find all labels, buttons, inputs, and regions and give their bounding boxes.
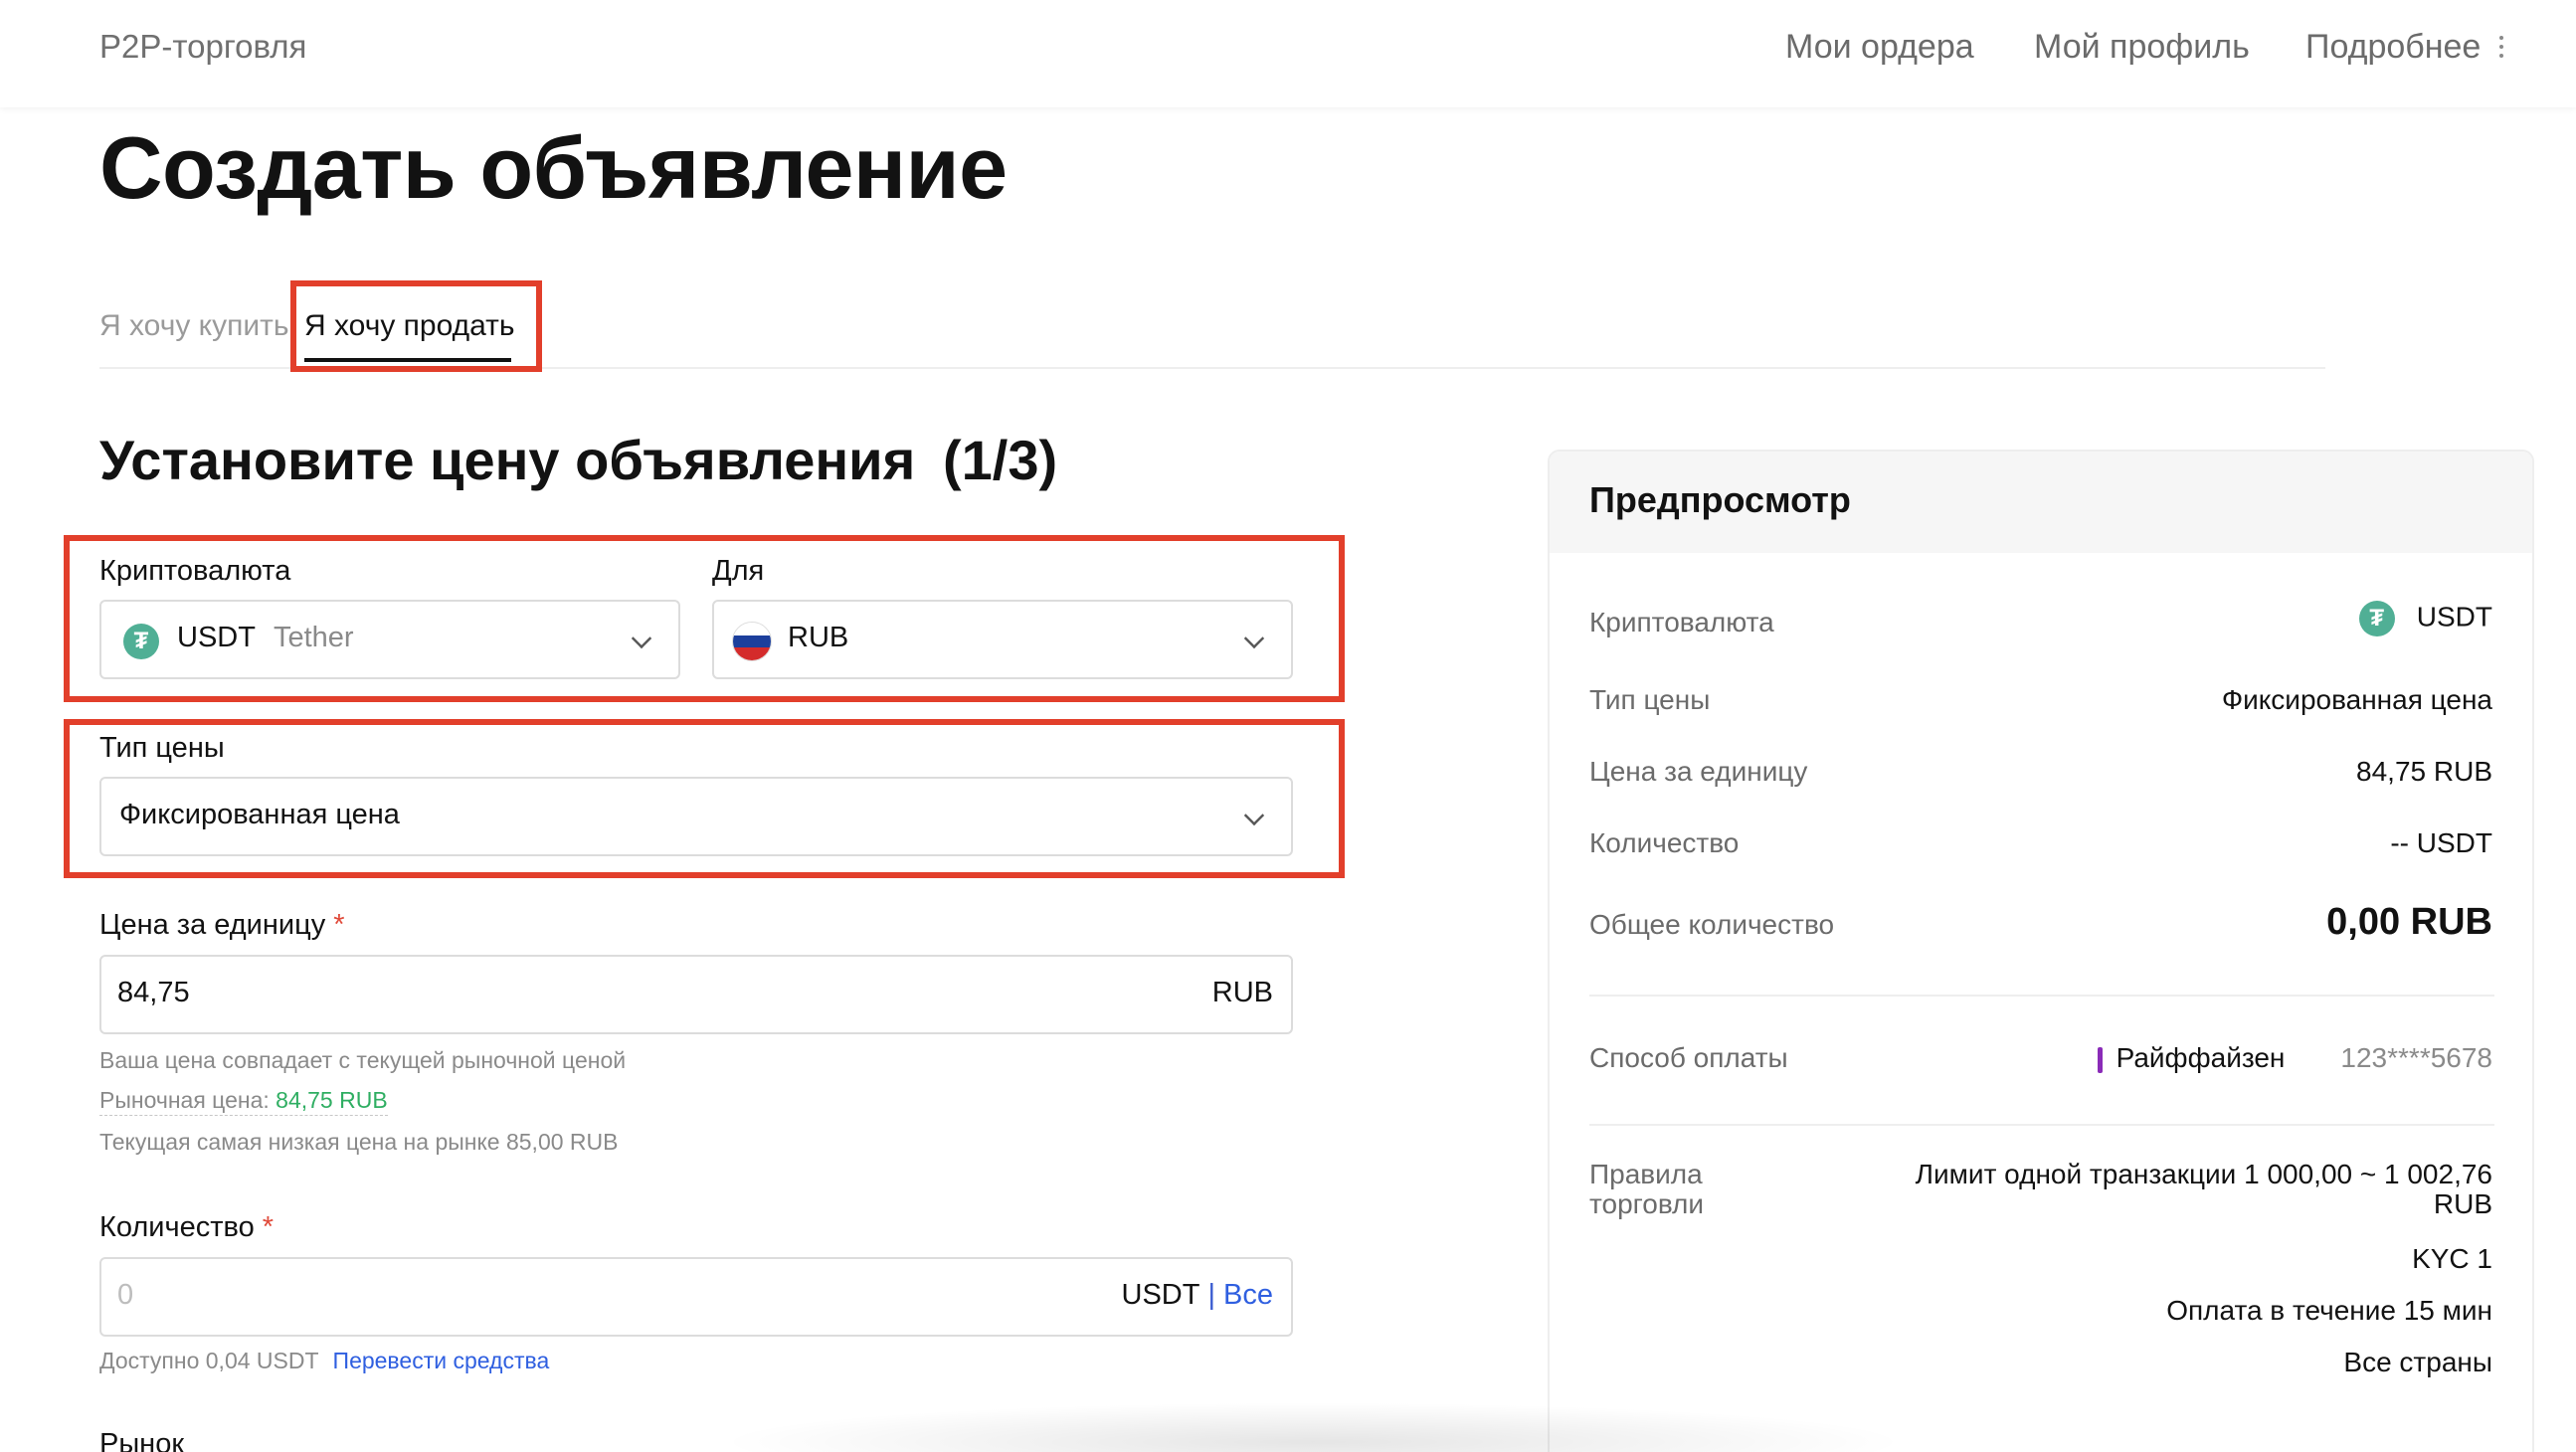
- unit-price-input[interactable]: 84,75 RUB: [99, 955, 1293, 1034]
- amount-unit-group: USDT | Все: [1122, 1279, 1273, 1312]
- nav-my-orders[interactable]: Мои ордера: [1785, 28, 1974, 67]
- unit-separator: |: [1207, 1279, 1216, 1311]
- preview-unit-price-label: Цена за единицу: [1589, 756, 1808, 787]
- preview-divider: [1589, 995, 2494, 997]
- bank-accent-icon: [2097, 1046, 2103, 1073]
- all-button[interactable]: Все: [1223, 1279, 1273, 1311]
- market-price-hint: Рыночная цена: 84,75 RUB: [99, 1087, 388, 1116]
- required-marker: *: [333, 909, 345, 941]
- unit-price-label-text: Цена за единицу: [99, 909, 326, 941]
- preview-quantity-value: -- USDT: [2390, 827, 2492, 858]
- preview-quantity-label: Количество: [1589, 827, 1740, 858]
- available-balance-hint: Доступно 0,04 USDT Перевести средства: [99, 1348, 549, 1374]
- preview-payment-value: Райффайзен 123****5678: [2097, 1042, 2492, 1074]
- required-marker: *: [262, 1211, 275, 1243]
- preview-price-type-label: Тип цены: [1589, 684, 1711, 715]
- top-navigation-bar: P2P-торговля Мои ордера Мой профиль Подр…: [0, 0, 2576, 107]
- preview-payment-bank: Райффайзен: [2116, 1042, 2286, 1073]
- market-label: Рынок: [99, 1428, 185, 1452]
- unit-price-value: 84,75: [117, 977, 190, 1008]
- unit-price-unit: RUB: [1211, 977, 1273, 1008]
- preview-rules-limit: Лимит одной транзакции 1 000,00 ~ 1 002,…: [1915, 1159, 2492, 1219]
- amount-label: Количество *: [99, 1211, 274, 1244]
- tab-buy[interactable]: Я хочу купить: [99, 309, 289, 343]
- bottom-shadow: [716, 1402, 1910, 1452]
- brand-p2p-trading[interactable]: P2P-торговля: [99, 28, 306, 66]
- preview-crypto-text: USDT: [2416, 601, 2492, 633]
- preview-payment-label: Способ оплаты: [1589, 1042, 1788, 1073]
- available-balance: Доступно 0,04 USDT: [99, 1348, 319, 1373]
- step-progress: (1/3): [943, 429, 1058, 491]
- page-title: Создать объявление: [99, 118, 1008, 217]
- highlight-frame-currency: [64, 535, 1345, 702]
- preview-price-type-value: Фиксированная цена: [2221, 684, 2492, 715]
- market-price-value: 84,75 RUB: [276, 1087, 388, 1113]
- amount-placeholder: 0: [117, 1279, 134, 1311]
- preview-header: Предпросмотр: [1550, 452, 2532, 553]
- amount-label-text: Количество: [99, 1211, 255, 1243]
- preview-rules-payment-time: Оплата в течение 15 мин: [2166, 1295, 2492, 1326]
- preview-rules-kyc: KYC 1: [2412, 1243, 2492, 1274]
- highlight-frame-price-type: [64, 719, 1345, 878]
- preview-crypto-label: Криптовалюта: [1589, 607, 1774, 637]
- preview-rules-label: Правила торговли: [1589, 1159, 1705, 1219]
- preview-unit-price-value: 84,75 RUB: [2356, 756, 2492, 787]
- tether-icon: ₮: [2358, 601, 2395, 636]
- preview-total-label: Общее количество: [1589, 909, 1835, 940]
- preview-panel: Предпросмотр Криптовалюта ₮ USDT Тип цены…: [1548, 450, 2534, 1452]
- nav-more[interactable]: Подробнее: [2305, 28, 2481, 67]
- preview-title: Предпросмотр: [1589, 479, 1851, 520]
- market-price-label: Рыночная цена:: [99, 1087, 276, 1113]
- more-vertical-icon[interactable]: [2498, 36, 2504, 62]
- preview-divider: [1589, 1124, 2494, 1126]
- lowest-price-hint: Текущая самая низкая цена на рынке 85,00…: [99, 1129, 619, 1155]
- transfer-funds-link[interactable]: Перевести средства: [333, 1348, 550, 1373]
- unit-price-label: Цена за единицу *: [99, 909, 345, 942]
- step-title: Установите цену объявления: [99, 429, 916, 491]
- amount-unit: USDT: [1121, 1279, 1200, 1311]
- nav-my-profile[interactable]: Мой профиль: [2034, 28, 2250, 67]
- highlight-frame-tab: [290, 280, 542, 372]
- preview-payment-account: 123****5678: [2340, 1042, 2492, 1073]
- market-price-link[interactable]: Рыночная цена: 84,75 RUB: [99, 1087, 388, 1116]
- preview-rules-countries: Все страны: [2343, 1347, 2492, 1377]
- preview-total-value: 0,00 RUB: [2326, 901, 2492, 943]
- amount-input[interactable]: 0 USDT | Все: [99, 1257, 1293, 1337]
- price-match-hint: Ваша цена совпадает с текущей рыночной ц…: [99, 1047, 627, 1073]
- preview-crypto-value: ₮ USDT: [2358, 601, 2492, 636]
